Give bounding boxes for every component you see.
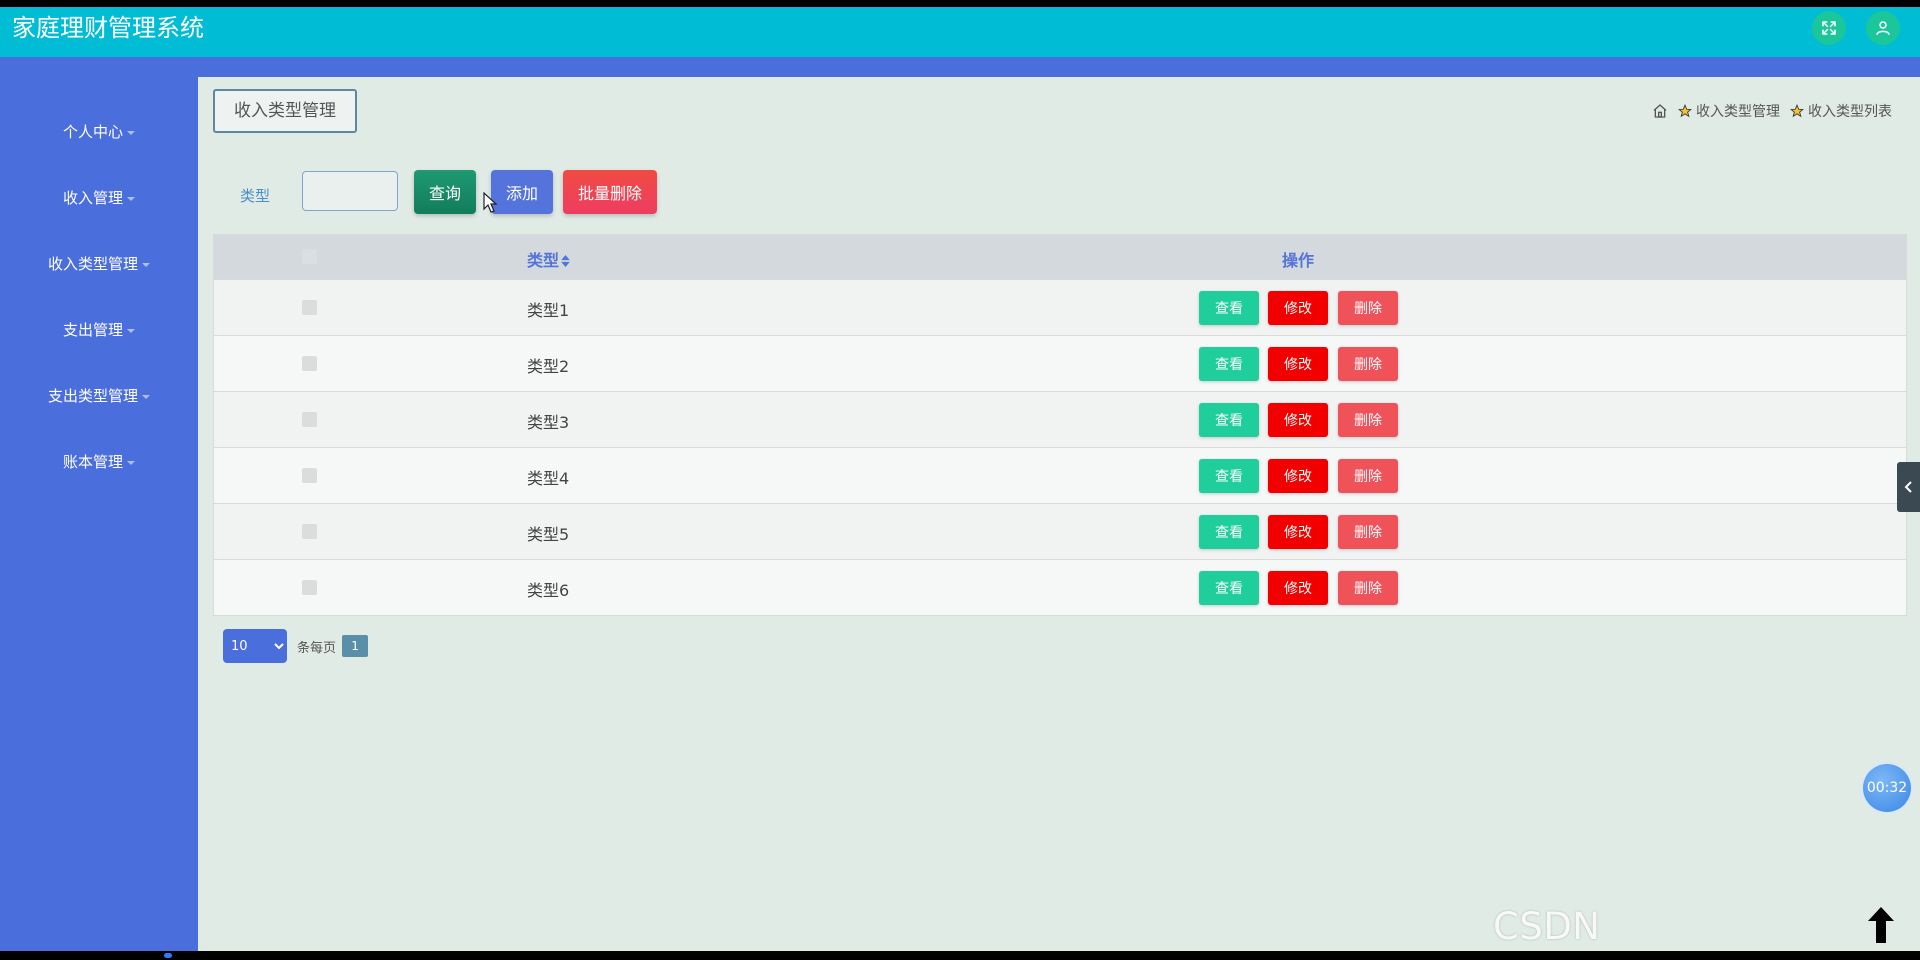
table-header: 类型 操作	[214, 235, 1906, 279]
type-cell: 类型6	[527, 581, 570, 600]
breadcrumb: 收入类型管理 收入类型列表	[1652, 101, 1892, 121]
view-button[interactable]: 查看	[1199, 459, 1259, 493]
chevron-left-icon	[1904, 481, 1912, 493]
row-checkbox[interactable]	[302, 412, 317, 427]
view-button[interactable]: 查看	[1199, 291, 1259, 325]
caret-down-icon	[127, 196, 135, 201]
expand-arrows-icon	[1822, 21, 1836, 35]
type-cell: 类型1	[527, 301, 570, 320]
delete-button[interactable]: 删除	[1338, 403, 1398, 437]
watermark: CSDN @nodejava666666	[1493, 905, 1848, 951]
caret-down-icon	[142, 262, 150, 267]
app-window: 家庭理财管理系统 个人中心 收入管理 收入类型管理 支出管理 支出类型管理 账本…	[0, 7, 1920, 951]
sidebar-item-income-type[interactable]: 收入类型管理	[0, 249, 198, 279]
edit-button[interactable]: 修改	[1268, 291, 1328, 325]
caret-down-icon	[127, 130, 135, 135]
video-progress-handle[interactable]	[164, 953, 172, 958]
sidebar-item-label: 支出类型管理	[47, 387, 138, 405]
edit-button[interactable]: 修改	[1268, 403, 1328, 437]
top-header: 家庭理财管理系统	[0, 7, 1920, 57]
type-cell: 类型4	[527, 469, 570, 488]
view-button[interactable]: 查看	[1199, 515, 1259, 549]
sidebar-item-label: 账本管理	[62, 453, 123, 471]
fullscreen-button[interactable]	[1812, 11, 1846, 45]
sidebar: 个人中心 收入管理 收入类型管理 支出管理 支出类型管理 账本管理	[0, 77, 198, 951]
sidebar-item-label: 个人中心	[62, 123, 123, 141]
sidebar-item-personal-center[interactable]: 个人中心	[0, 117, 198, 147]
search-type-label: 类型	[240, 187, 271, 205]
page-size-select[interactable]: 10	[223, 629, 287, 663]
table-row: 类型3 查看 修改 删除	[214, 391, 1906, 447]
type-cell: 类型3	[527, 413, 570, 432]
view-button[interactable]: 查看	[1199, 347, 1259, 381]
table-row: 类型4 查看 修改 删除	[214, 447, 1906, 503]
edit-button[interactable]: 修改	[1268, 347, 1328, 381]
delete-button[interactable]: 删除	[1338, 347, 1398, 381]
select-all-checkbox[interactable]	[302, 249, 317, 264]
type-column-header[interactable]: 类型	[527, 247, 570, 271]
video-progress-bar[interactable]	[0, 951, 1920, 960]
sort-icon	[561, 255, 570, 267]
row-checkbox[interactable]	[302, 524, 317, 539]
breadcrumb-item: 收入类型列表	[1808, 104, 1892, 120]
caret-down-icon	[127, 328, 135, 333]
home-icon[interactable]	[1652, 103, 1668, 119]
add-button[interactable]: 添加	[491, 170, 553, 214]
delete-button[interactable]: 删除	[1338, 571, 1398, 605]
back-to-top-icon[interactable]	[1866, 905, 1896, 943]
page-tab[interactable]: 收入类型管理	[213, 89, 357, 133]
caret-down-icon	[127, 460, 135, 465]
user-button[interactable]	[1866, 11, 1900, 45]
row-checkbox[interactable]	[302, 580, 317, 595]
edit-button[interactable]: 修改	[1268, 571, 1328, 605]
delete-button[interactable]: 删除	[1338, 291, 1398, 325]
sidebar-item-label: 支出管理	[62, 321, 123, 339]
type-search-input[interactable]	[302, 171, 398, 211]
edit-button[interactable]: 修改	[1268, 459, 1328, 493]
table-row: 类型2 查看 修改 删除	[214, 335, 1906, 391]
row-checkbox[interactable]	[302, 300, 317, 315]
view-button[interactable]: 查看	[1199, 403, 1259, 437]
breadcrumb-item[interactable]: 收入类型管理	[1696, 101, 1780, 121]
batch-delete-button[interactable]: 批量删除	[563, 170, 657, 214]
table-row: 类型5 查看 修改 删除	[214, 503, 1906, 559]
mouse-cursor-icon	[483, 192, 498, 213]
page-number-button[interactable]: 1	[342, 635, 369, 657]
row-checkbox[interactable]	[302, 468, 317, 483]
user-icon	[1876, 21, 1890, 35]
type-cell: 类型5	[527, 525, 570, 544]
pagination: 10 条每页 1	[223, 629, 369, 663]
table-row: 类型6 查看 修改 删除	[214, 559, 1906, 615]
income-type-table: 类型 操作 类型1 查看 修改 删除 类型2 查看 修改 删除 类型3 查看 修…	[213, 234, 1907, 616]
ops-column-header: 操作	[1282, 251, 1315, 270]
header-band	[0, 57, 1920, 77]
caret-down-icon	[142, 394, 150, 399]
table-row: 类型1 查看 修改 删除	[214, 279, 1906, 335]
type-cell: 类型2	[527, 357, 570, 376]
sidebar-item-label: 收入管理	[62, 189, 123, 207]
delete-button[interactable]: 删除	[1338, 515, 1398, 549]
view-button[interactable]: 查看	[1199, 571, 1259, 605]
sidebar-item-label: 收入类型管理	[47, 255, 138, 273]
star-icon	[1678, 104, 1692, 118]
row-checkbox[interactable]	[302, 356, 317, 371]
sidebar-item-ledger[interactable]: 账本管理	[0, 447, 198, 477]
edit-button[interactable]: 修改	[1268, 515, 1328, 549]
per-page-label: 条每页	[297, 640, 337, 656]
side-panel-toggle[interactable]	[1897, 462, 1920, 512]
app-title: 家庭理财管理系统	[12, 14, 204, 42]
recording-timer: 00:32	[1863, 764, 1911, 812]
main-content: 收入类型管理 收入类型管理 收入类型列表 类型 查询 添加 批量删除 类型 操作…	[198, 77, 1920, 951]
query-button[interactable]: 查询	[414, 170, 476, 214]
delete-button[interactable]: 删除	[1338, 459, 1398, 493]
sidebar-item-expense[interactable]: 支出管理	[0, 315, 198, 345]
star-icon	[1790, 104, 1804, 118]
sidebar-item-expense-type[interactable]: 支出类型管理	[0, 381, 198, 411]
type-header-label: 类型	[527, 251, 560, 270]
sidebar-item-income[interactable]: 收入管理	[0, 183, 198, 213]
